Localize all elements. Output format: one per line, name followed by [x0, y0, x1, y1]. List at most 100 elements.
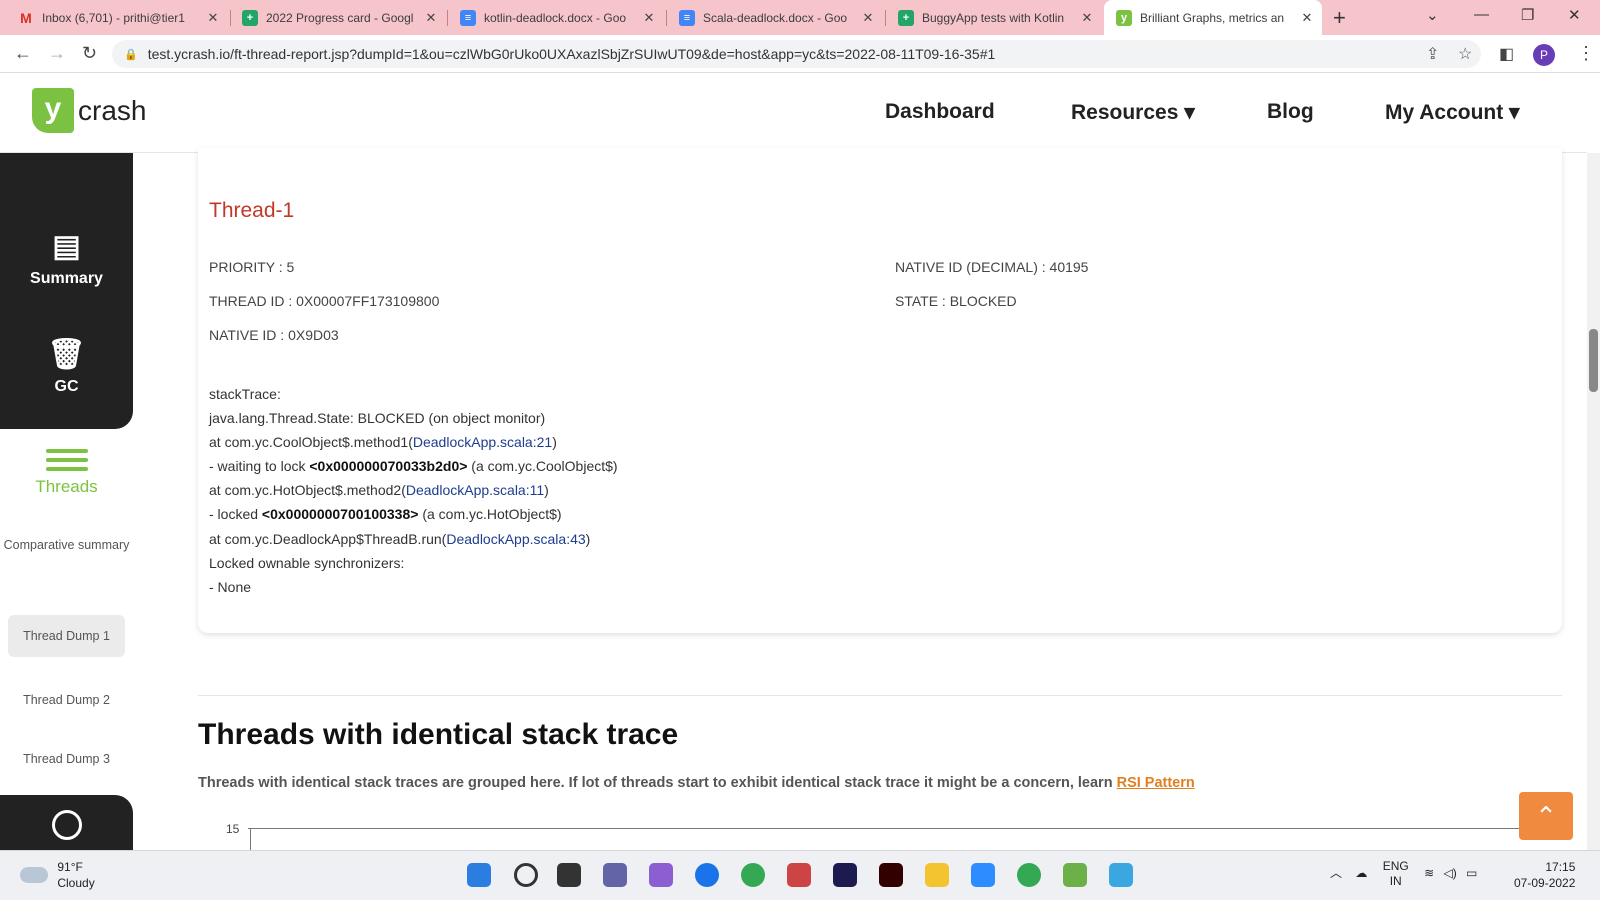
nav-blog[interactable]: Blog	[1267, 100, 1314, 124]
new-tab-button[interactable]: +	[1333, 5, 1346, 31]
teams-chat-icon[interactable]	[603, 863, 627, 887]
thread-native-id-decimal: NATIVE ID (DECIMAL) : 40195	[895, 259, 1089, 275]
tab-label: kotlin-deadlock.docx - Goo	[484, 10, 627, 25]
chrome-profile-icon[interactable]	[1017, 863, 1041, 887]
lock-address: <0x0000000700100338>	[261, 506, 419, 523]
sidebar-item-thread-dump-3[interactable]: Thread Dump 3	[8, 738, 125, 780]
tab-buggyapp-tests[interactable]: + BuggyApp tests with Kotlin ✕	[886, 0, 1102, 35]
source-link[interactable]: DeadlockApp.scala:21	[413, 434, 552, 450]
bookmark-star-icon[interactable]: ☆	[1458, 44, 1472, 64]
tab-label: Inbox (6,701) - prithi@tier1	[42, 10, 185, 25]
close-icon[interactable]: ✕	[424, 10, 438, 26]
clock-time: 17:15	[1545, 860, 1576, 874]
tab-label: BuggyApp tests with Kotlin	[922, 10, 1065, 25]
side-panel-icon[interactable]: ◧	[1499, 44, 1514, 64]
tab-label: Scala-deadlock.docx - Goo	[703, 10, 848, 25]
clock-date: 07-09-2022	[1514, 876, 1576, 890]
volume-icon[interactable]: ◁)	[1443, 866, 1456, 880]
sidebar-item-gc[interactable]: 🗑 GC	[0, 337, 133, 396]
chrome-icon[interactable]	[741, 863, 765, 887]
onedrive-icon[interactable]: ☁	[1355, 866, 1367, 880]
sidebar-item-thread-dump-1[interactable]: Thread Dump 1	[8, 615, 125, 657]
scrollbar-thumb[interactable]	[1589, 329, 1598, 392]
sidebar-item-threads[interactable]: Threads	[0, 444, 133, 497]
lock-address: <0x000000070033b2d0>	[309, 458, 468, 475]
illustrator-icon[interactable]	[879, 863, 903, 887]
back-icon[interactable]: ←	[14, 43, 32, 64]
paint-icon[interactable]	[1063, 863, 1087, 887]
pie-chart-icon	[52, 810, 82, 840]
stack-line: - None	[209, 578, 252, 595]
page-scrollbar[interactable]	[1587, 153, 1600, 850]
app-icon[interactable]	[649, 863, 673, 887]
file-explorer-icon[interactable]	[925, 863, 949, 887]
profile-avatar[interactable]: P	[1533, 44, 1555, 66]
tab-progress-card[interactable]: + 2022 Progress card - Googl ✕	[230, 0, 446, 35]
close-window-icon[interactable]: ✕	[1568, 6, 1581, 24]
sidebar-item-stats[interactable]	[0, 795, 133, 850]
rsi-pattern-link[interactable]: RSI Pattern	[1117, 775, 1195, 791]
weather-widget[interactable]: 91°F Cloudy	[20, 859, 95, 891]
language-code: ENG	[1382, 859, 1409, 873]
tab-gmail[interactable]: M Inbox (6,701) - prithi@tier1 ✕	[6, 0, 228, 35]
restore-icon[interactable]: ❐	[1521, 6, 1534, 24]
reload-icon[interactable]: ↻	[82, 43, 97, 64]
docs-icon: ≡	[460, 9, 476, 26]
system-clock[interactable]: 17:15 07-09-2022	[1514, 859, 1575, 891]
stack-line: at com.yc.DeadlockApp$ThreadB.run(Deadlo…	[209, 530, 591, 547]
premiere-pro-icon[interactable]	[833, 863, 857, 887]
thread-name: Thread-1	[209, 199, 295, 222]
close-icon[interactable]: ✕	[206, 10, 220, 26]
sidebar-item-label: Summary	[30, 270, 103, 287]
ycrash-logo[interactable]: y crash	[32, 88, 146, 133]
close-icon[interactable]: ✕	[1300, 10, 1314, 26]
battery-icon[interactable]: ▭	[1466, 866, 1477, 880]
stack-line: - waiting to lock <0x000000070033b2d0> (…	[209, 458, 618, 475]
stack-line: at com.yc.HotObject$.method2(DeadlockApp…	[209, 482, 549, 499]
chevron-up-icon[interactable]: ︿	[1330, 866, 1342, 880]
menu-icon[interactable]: ⋮	[1577, 43, 1595, 64]
notepad-icon[interactable]	[1109, 863, 1133, 887]
source-link[interactable]: DeadlockApp.scala:11	[406, 482, 544, 498]
stack-trace: stackTrace: java.lang.Thread.State: BLOC…	[209, 382, 618, 599]
task-view-icon[interactable]	[557, 863, 581, 887]
nav-resources[interactable]: Resources ▾	[1071, 100, 1195, 125]
sidebar-item-comparative-summary[interactable]: Comparative summary	[0, 536, 133, 554]
lock-icon: 🔒	[124, 48, 138, 61]
stack-line: - locked <0x0000000700100338> (a com.yc.…	[209, 506, 562, 523]
tab-search-icon[interactable]: ⌄	[1426, 6, 1439, 24]
sheets-icon: +	[242, 9, 258, 26]
ycrash-icon: y	[1116, 9, 1132, 26]
maps-icon[interactable]	[695, 863, 719, 887]
nav-dashboard[interactable]: Dashboard	[885, 100, 995, 124]
docs-icon: ≡	[679, 9, 695, 26]
stack-line: Locked ownable synchronizers:	[209, 554, 405, 571]
scroll-to-top-button[interactable]: ⌃	[1519, 792, 1573, 840]
sidebar-item-thread-dump-2[interactable]: Thread Dump 2	[8, 679, 125, 721]
close-icon[interactable]: ✕	[1080, 10, 1094, 26]
minimize-icon[interactable]: —	[1474, 6, 1489, 23]
forward-icon[interactable]: →	[48, 43, 66, 64]
wifi-icon[interactable]: ≋	[1424, 866, 1434, 880]
nav-my-account[interactable]: My Account ▾	[1385, 100, 1520, 125]
chart-y-axis	[250, 828, 251, 850]
tab-ycrash-report[interactable]: y Brilliant Graphs, metrics an ✕	[1104, 0, 1322, 35]
close-icon[interactable]: ✕	[861, 10, 875, 26]
share-icon[interactable]: ⇪	[1426, 44, 1439, 64]
system-tray[interactable]: ︿ ☁ ENG IN ≋ ◁) ▭	[1330, 859, 1477, 889]
snipping-tool-icon[interactable]	[787, 863, 811, 887]
os-taskbar: 91°F Cloudy ︿ ☁ ENG IN ≋ ◁) ▭ 17:15 07-09-…	[0, 850, 1600, 900]
close-icon[interactable]: ✕	[642, 10, 656, 26]
windows-start-icon[interactable]	[467, 863, 491, 887]
zoom-icon[interactable]	[971, 863, 995, 887]
tab-kotlin-deadlock[interactable]: ≡ kotlin-deadlock.docx - Goo ✕	[448, 0, 664, 35]
identical-stack-title: Threads with identical stack trace	[198, 718, 679, 751]
tab-label: 2022 Progress card - Googl	[266, 10, 414, 25]
chart-y-tick: 15	[226, 822, 240, 836]
sidebar-item-summary[interactable]: ▤ Summary	[0, 229, 133, 288]
source-link[interactable]: DeadlockApp.scala:43	[446, 531, 585, 547]
tab-scala-deadlock[interactable]: ≡ Scala-deadlock.docx - Goo ✕	[667, 0, 883, 35]
search-icon[interactable]	[514, 863, 538, 887]
document-icon: ▤	[52, 230, 81, 263]
address-bar[interactable]: 🔒 test.ycrash.io/ft-thread-report.jsp?du…	[112, 40, 1481, 68]
